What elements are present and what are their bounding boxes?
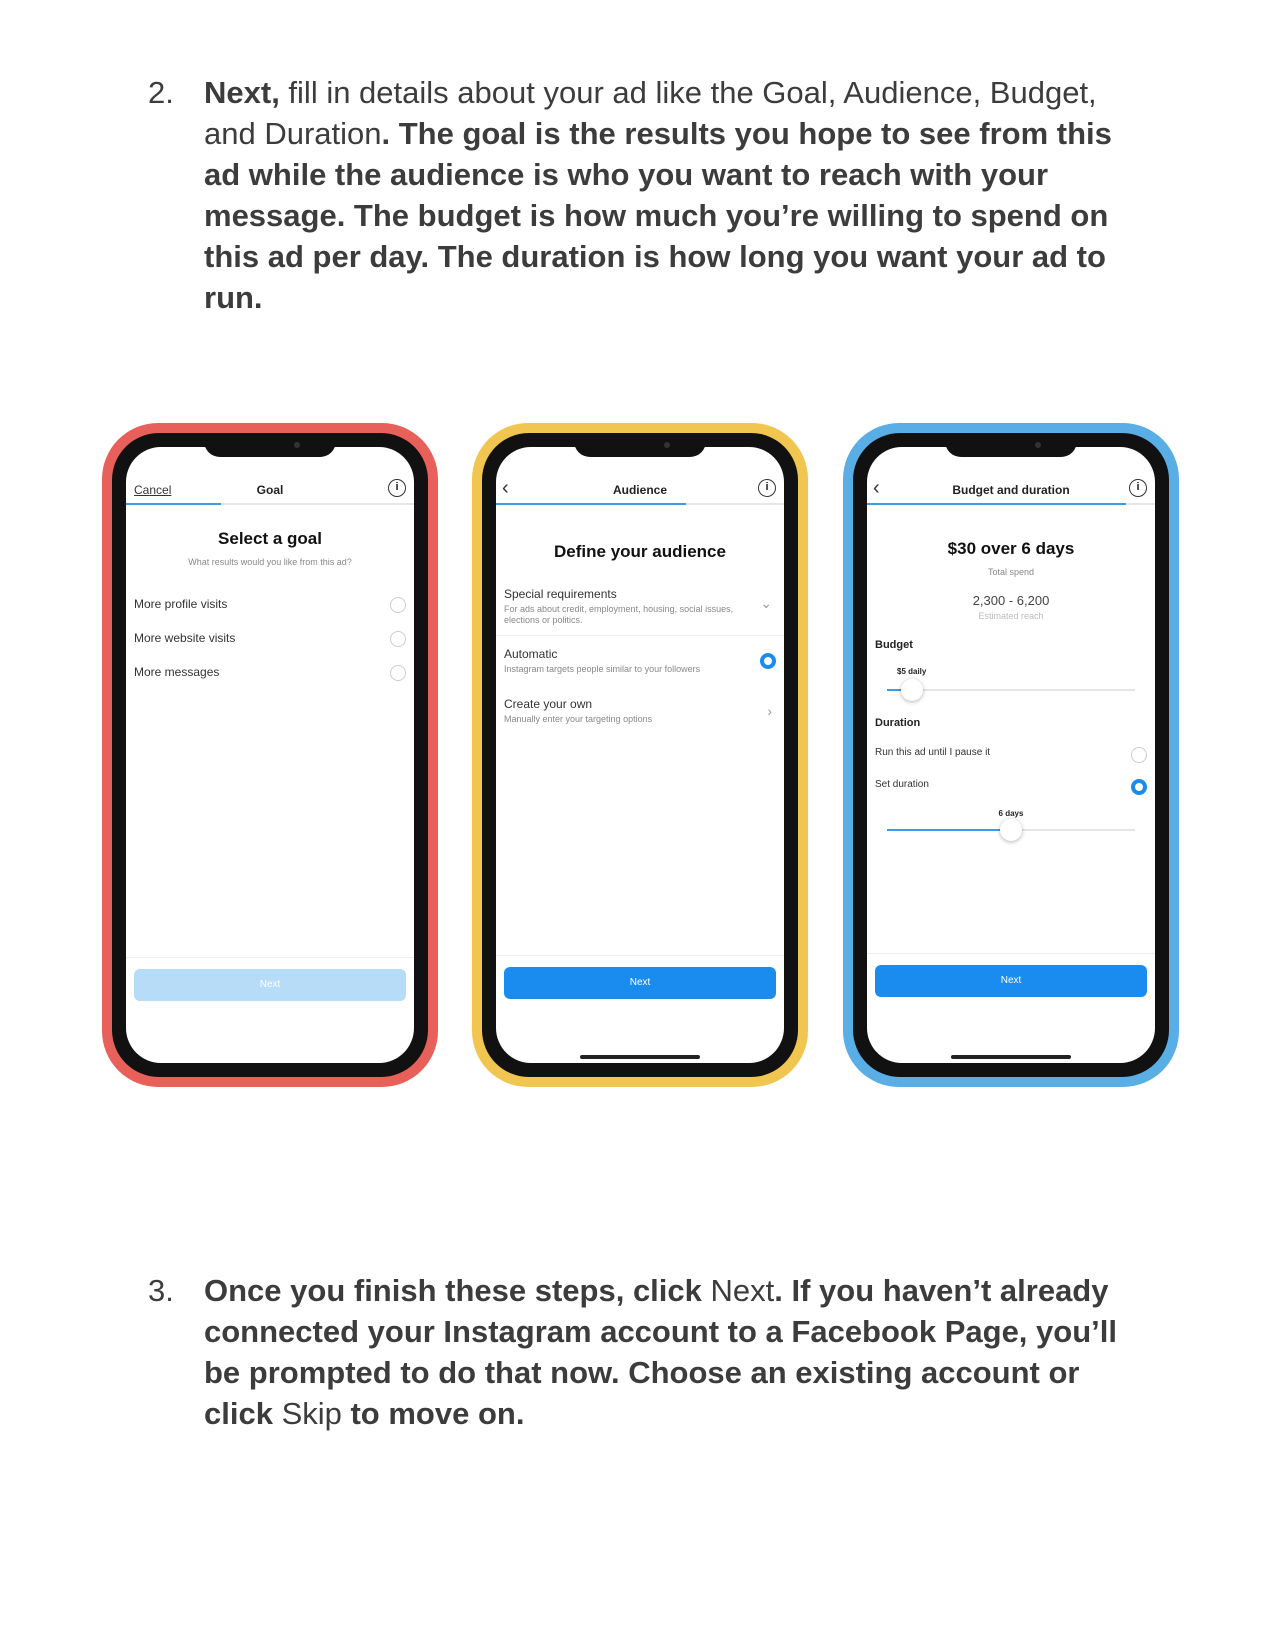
- divider: [496, 955, 784, 956]
- progress-fill: [867, 503, 1127, 505]
- screen-header: ‹ Audience i: [496, 477, 784, 505]
- row-description: Manually enter your targeting options: [504, 714, 653, 724]
- set-duration-option[interactable]: Set duration: [875, 779, 1147, 799]
- create-your-own-row[interactable]: Create your own Manually enter your targ…: [504, 697, 776, 724]
- budget-heading: $30 over 6 days: [947, 539, 1075, 558]
- phone-notch: [574, 433, 706, 457]
- skip-keyword: Skip: [281, 1396, 342, 1431]
- step-2-paragraph: 2. Next, fill in details about your ad l…: [148, 72, 1128, 318]
- step-3-part-1: Once you finish these steps, click: [204, 1273, 711, 1308]
- next-button[interactable]: Next: [875, 965, 1147, 997]
- budget-value: $5 daily: [897, 667, 927, 676]
- slider-thumb[interactable]: [900, 679, 923, 701]
- row-label: Create your own: [504, 697, 593, 711]
- phone-screen: Cancel Goal i Select a goal What results…: [126, 447, 414, 1063]
- home-indicator: [580, 1055, 700, 1059]
- row-description: Instagram targets people similar to your…: [504, 664, 701, 674]
- screen-title: Audience: [612, 483, 667, 497]
- chevron-down-icon: ⌄: [760, 595, 772, 611]
- duration-slider[interactable]: [887, 819, 1135, 841]
- goal-option[interactable]: More messages: [134, 665, 406, 685]
- phone-notch: [945, 433, 1077, 457]
- phone-bezel: ‹ Audience i Define your audience Specia…: [482, 433, 798, 1077]
- chevron-right-icon: ›: [767, 703, 772, 719]
- goal-option[interactable]: More profile visits: [134, 597, 406, 617]
- phone-bezel: Cancel Goal i Select a goal What results…: [112, 433, 428, 1077]
- option-label: Set duration: [875, 779, 929, 790]
- step-2-text: Next, fill in details about your ad like…: [204, 72, 1128, 318]
- phone-goal-screen: Cancel Goal i Select a goal What results…: [102, 423, 438, 1087]
- phone-budget-screen: ‹ Budget and duration i $30 over 6 days …: [843, 423, 1179, 1087]
- goal-option-label: More messages: [134, 665, 220, 679]
- row-description: For ads about credit, employment, housin…: [504, 604, 734, 625]
- screen-header: Cancel Goal i: [126, 477, 414, 505]
- radio-button-selected[interactable]: [1131, 779, 1147, 795]
- next-keyword: Next: [710, 1273, 775, 1308]
- phone-screen: ‹ Audience i Define your audience Specia…: [496, 447, 784, 1063]
- radio-button[interactable]: [390, 631, 406, 647]
- phone-bezel: ‹ Budget and duration i $30 over 6 days …: [853, 433, 1169, 1077]
- goal-option-label: More website visits: [134, 631, 236, 645]
- next-button[interactable]: Next: [504, 967, 776, 999]
- slider-thumb[interactable]: [1000, 819, 1022, 841]
- next-button[interactable]: Next: [134, 969, 406, 1001]
- phone-audience-screen: ‹ Audience i Define your audience Specia…: [472, 423, 808, 1087]
- audience-heading: Define your audience: [554, 542, 726, 561]
- total-spend-label: Total spend: [987, 567, 1035, 577]
- progress-bar: [126, 503, 414, 505]
- budget-label: Budget: [875, 639, 913, 651]
- phone-notch: [204, 433, 336, 457]
- info-icon[interactable]: i: [758, 479, 776, 497]
- screen-header: ‹ Budget and duration i: [867, 477, 1155, 505]
- estimated-reach-value: 2,300 - 6,200: [972, 593, 1050, 608]
- screen-title: Goal: [256, 483, 284, 497]
- progress-bar: [496, 503, 784, 505]
- divider: [496, 635, 784, 636]
- radio-button-selected[interactable]: [760, 653, 776, 669]
- duration-label: Duration: [875, 717, 921, 729]
- divider: [867, 953, 1155, 954]
- radio-button[interactable]: [1131, 747, 1147, 763]
- row-label: Automatic: [504, 647, 558, 661]
- progress-fill: [496, 503, 687, 505]
- step-3-text: Once you finish these steps, click Next.…: [204, 1270, 1128, 1434]
- automatic-row[interactable]: Automatic Instagram targets people simil…: [504, 647, 776, 674]
- slider-fill: [887, 829, 1011, 831]
- run-until-paused-option[interactable]: Run this ad until I pause it: [875, 747, 1147, 767]
- step-number: 2.: [148, 75, 174, 110]
- goal-option-label: More profile visits: [134, 597, 228, 611]
- goal-option[interactable]: More website visits: [134, 631, 406, 651]
- step-3-part-3: to move on.: [341, 1396, 525, 1431]
- divider: [126, 957, 414, 958]
- progress-fill: [126, 503, 222, 505]
- phone-screen: ‹ Budget and duration i $30 over 6 days …: [867, 447, 1155, 1063]
- home-indicator: [951, 1055, 1071, 1059]
- option-label: Run this ad until I pause it: [875, 747, 991, 758]
- step-3-paragraph: 3. Once you finish these steps, click Ne…: [148, 1270, 1128, 1434]
- budget-slider[interactable]: [887, 679, 1135, 701]
- step-number: 3.: [148, 1273, 174, 1308]
- screen-title: Budget and duration: [952, 483, 1070, 497]
- goal-heading: Select a goal: [218, 529, 322, 548]
- info-icon[interactable]: i: [388, 479, 406, 497]
- radio-button[interactable]: [390, 597, 406, 613]
- step-2-lead: Next,: [204, 75, 280, 110]
- goal-subheading: What results would you like from this ad…: [188, 557, 352, 567]
- progress-bar: [867, 503, 1155, 505]
- duration-value: 6 days: [998, 809, 1024, 818]
- radio-button[interactable]: [390, 665, 406, 681]
- special-requirements-row[interactable]: Special requirements For ads about credi…: [504, 587, 776, 625]
- info-icon[interactable]: i: [1129, 479, 1147, 497]
- estimated-reach-label: Estimated reach: [978, 611, 1044, 621]
- row-label: Special requirements: [504, 587, 617, 601]
